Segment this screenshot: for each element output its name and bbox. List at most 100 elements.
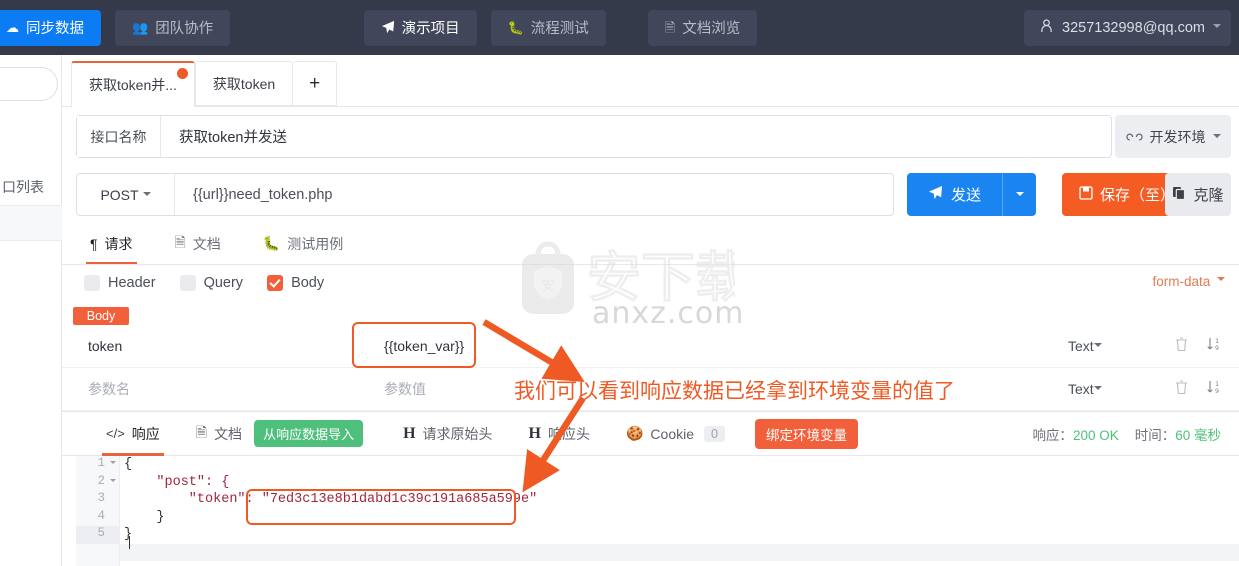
response-section-tabs: </> 响应 🗎 文档 从响应数据导入 H 请求原始头 H 响应头 🍪 Cook… [62,411,1239,456]
flow-test-button[interactable]: 🐛 流程测试 [490,9,606,46]
add-tab-button[interactable]: + [293,61,338,106]
fold-arrow-icon[interactable] [110,461,116,467]
param-name-input[interactable]: token [88,338,122,354]
document-browse-label: 文档浏览 [682,21,741,37]
send-button[interactable]: 发送 [907,173,1002,216]
nav-right-group: 3257132998@qq.com [1024,9,1239,46]
sidebar-item-row[interactable] [0,206,62,240]
url-field[interactable]: POST {{url}}need_token.php [76,173,894,216]
sync-data-button[interactable]: ☁ 同步数据 [0,9,101,46]
param-value-input[interactable]: 参数值 [384,379,426,399]
document-browse-button[interactable]: 🗎 文档浏览 [647,9,758,46]
request-url-row: POST {{url}}need_token.php 发送 保存（至） 克隆 [62,165,1239,223]
tab-response[interactable]: </> 响应 [88,412,178,456]
tab-label: 响应头 [547,425,590,442]
tab-get-token-and-send[interactable]: 获取token并... [71,61,195,107]
checkbox-header[interactable]: Header [76,275,164,291]
chevron-down-icon [1212,23,1221,32]
clone-label: 克隆 [1193,187,1224,204]
sort-numeric-icon[interactable]: 19 [1206,336,1222,356]
trash-icon[interactable] [1174,379,1189,400]
sidebar-search-input[interactable] [0,67,58,101]
line-number: 1 [76,456,119,474]
demo-project-label: 演示项目 [401,21,460,37]
http-method-selector[interactable]: POST [77,174,175,215]
checkbox-label: Header [108,275,156,291]
bind-env-variable-button[interactable]: 绑定环境变量 [754,418,858,449]
checkbox-checked-icon [267,275,284,291]
chevron-down-icon [1217,277,1225,285]
tab-label: 获取token [212,75,276,92]
user-account-menu[interactable]: 3257132998@qq.com [1024,9,1231,46]
interface-name-label: 接口名称 [77,116,161,157]
send-options-button[interactable] [1002,173,1036,216]
code-icon: </> [106,426,125,441]
param-type-label: Text [1068,338,1094,354]
chevron-down-icon [142,192,151,200]
checkbox-query[interactable]: Query [172,275,252,291]
clone-button[interactable]: 克隆 [1165,173,1231,216]
tab-request[interactable]: ¶ 请求 [86,223,137,264]
bug-icon: 🐛 [262,235,281,251]
tab-label: 文档 [214,425,243,442]
text-cursor [129,536,130,549]
code-line-5: } [124,527,133,542]
param-type-selector[interactable]: Text [1068,338,1102,354]
trash-icon[interactable] [1174,336,1189,357]
response-status-group: 响应：200 OK 时间：60 毫秒 [1032,424,1221,444]
request-section-tabs: ¶ 请求 🗎 文档 🐛 测试用例 [62,223,1239,265]
plus-icon: + [309,72,321,94]
code-line-3: "token": "7ed3c13e8b1dabd1c39c191a685a59… [124,491,537,509]
tab-get-token[interactable]: 获取token [194,61,294,106]
code-line-3-value: "7ed3c13e8b1dabd1c39c191a685a599e" [261,492,538,507]
team-icon: 👥 [132,20,149,35]
line-number-text: 4 [97,508,105,523]
fold-arrow-icon[interactable] [110,478,116,485]
body-format-selector[interactable]: form-data [1152,274,1225,289]
body-section-badge: Body [73,307,129,325]
param-name-input[interactable]: 参数名 [88,379,130,399]
code-line-2-text: "post": { [124,474,230,490]
interface-name-field[interactable]: 接口名称 获取token并发送 [76,115,1112,158]
demo-project-button[interactable]: 演示项目 [363,9,477,46]
chevron-down-icon [1015,192,1024,200]
send-plane-icon [381,20,395,36]
param-type-selector[interactable]: Text [1068,381,1102,397]
team-collab-button[interactable]: 👥 团队协作 [115,9,231,46]
environment-selector[interactable]: 开发环境 [1115,115,1231,158]
import-from-response-button[interactable]: 从响应数据导入 [254,420,364,447]
editor-code-content[interactable]: { "post": { "token": "7ed3c13e8b1dabd1c3… [124,456,537,544]
sidebar-divider-2 [0,240,62,241]
cloud-sync-icon: ☁ [6,20,19,35]
line-number-text: 1 [97,456,105,470]
code-line-4: } [124,509,165,525]
code-line-1: { [124,457,133,472]
table-row[interactable]: token {{token_var}} Text 19 [62,325,1239,368]
tab-request-raw-header[interactable]: H 请求原始头 [385,412,510,456]
bug-icon: 🐛 [507,20,524,35]
tab-label: 获取token并... [89,77,177,93]
url-input[interactable]: {{url}}need_token.php [175,187,333,203]
response-status-value: 200 OK [1072,427,1119,443]
code-line-3-key: "token": [124,492,262,507]
param-value-input[interactable]: {{token_var}} [384,338,464,354]
line-number: 5 [76,526,119,544]
response-status-label: 响应： [1032,427,1073,443]
response-time: 时间：60 毫秒 [1135,424,1221,444]
line-number: 4 [76,509,119,527]
document-icon: 🗎 [174,233,186,250]
editor-line-number-gutter: 1 2 3 4 5 [76,456,120,566]
response-time-label: 时间： [1134,427,1176,443]
checkbox-body[interactable]: Body [259,275,332,291]
tab-test-case[interactable]: 🐛 测试用例 [263,223,343,264]
sort-numeric-icon[interactable]: 19 [1206,379,1222,399]
tab-label: 请求 [104,235,133,252]
response-code-editor[interactable]: 1 2 3 4 5 { "post": { "token": "7ed3c13e… [62,456,1239,566]
tab-cookie[interactable]: 🍪 Cookie 0 [608,412,743,456]
tab-response-header[interactable]: H 响应头 [511,412,608,456]
tab-label: 请求原始头 [422,425,493,442]
flow-test-label: 流程测试 [530,21,589,37]
tab-response-document[interactable]: 🗎 文档 [178,412,260,456]
tab-document[interactable]: 🗎 文档 [175,223,221,264]
response-time-value: 60 毫秒 [1175,427,1221,443]
